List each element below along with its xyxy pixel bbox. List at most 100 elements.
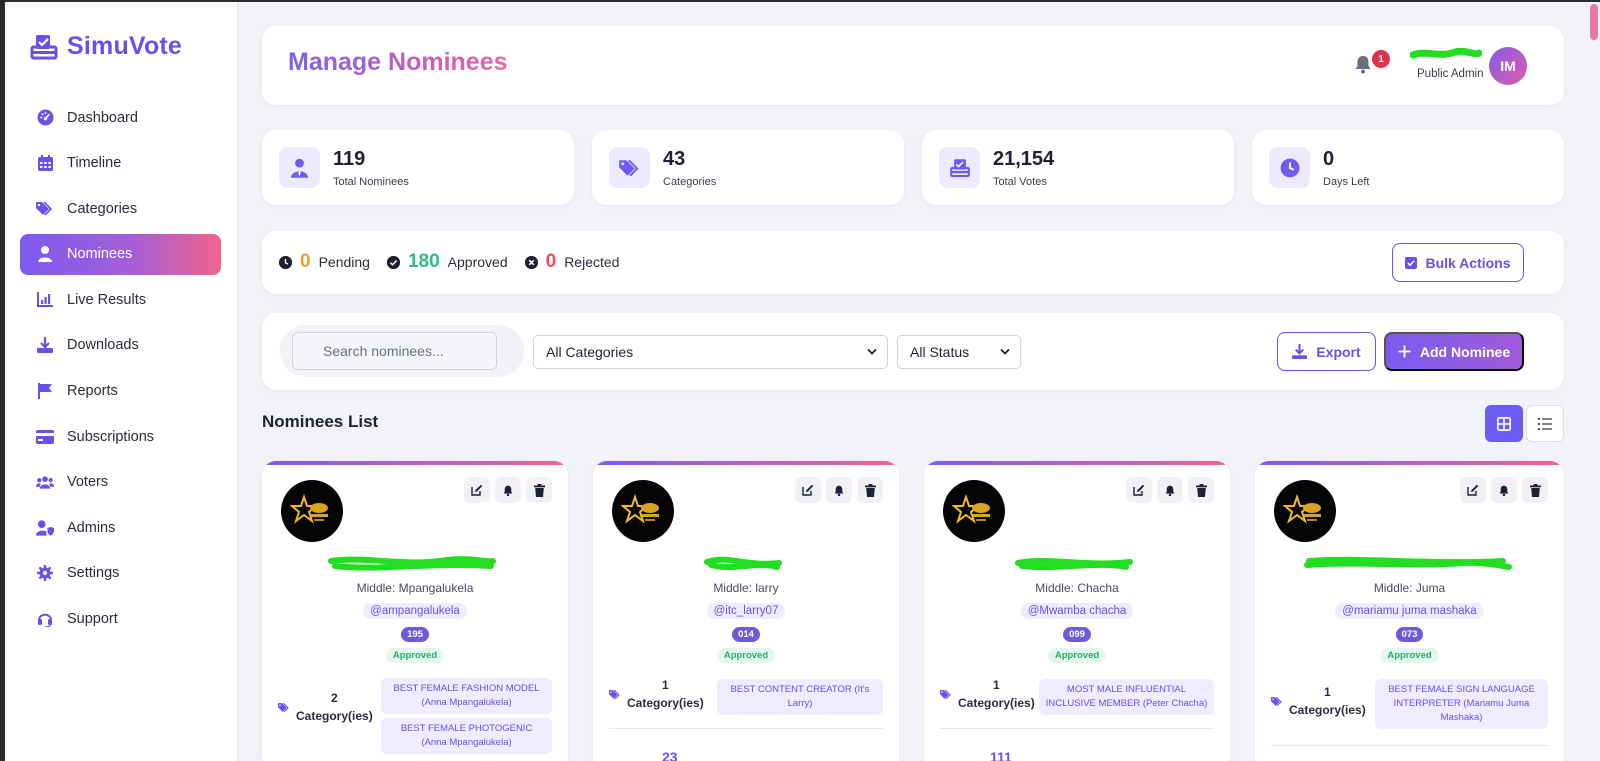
- nominee-card[interactable]: Middle: Mpangalukela @ampangalukela 195 …: [262, 461, 568, 761]
- brand-name: SimuVote: [67, 32, 183, 60]
- flag-icon: [36, 382, 54, 400]
- nominee-photo: [612, 480, 674, 542]
- sidebar-item-label: Subscriptions: [67, 428, 155, 445]
- card-actions: [1126, 477, 1214, 503]
- edit-button[interactable]: [795, 477, 821, 503]
- delete-button[interactable]: [526, 477, 552, 503]
- card-divider: [1271, 745, 1548, 746]
- sidebar-item-support[interactable]: Support: [20, 599, 221, 640]
- status-badge: Approved: [1380, 648, 1439, 663]
- notify-button[interactable]: [495, 477, 521, 503]
- bulk-actions-button[interactable]: Bulk Actions: [1392, 243, 1524, 282]
- status-filter-select[interactable]: All Status: [897, 335, 1021, 369]
- category-tags: BEST FEMALE FASHION MODEL (Anna Mpangalu…: [381, 678, 552, 754]
- delete-button[interactable]: [1188, 477, 1214, 503]
- stat-card-total-votes: 21,154 Total Votes: [922, 130, 1234, 205]
- edit-button[interactable]: [1460, 477, 1486, 503]
- nominee-card[interactable]: Middle: larry @itc_larry07 014 Approved …: [593, 461, 899, 761]
- nominee-handle: @itc_larry07: [706, 603, 786, 619]
- brand-logo[interactable]: SimuVote: [29, 32, 182, 61]
- redacted-nominee-name: [1015, 558, 1133, 571]
- edit-button[interactable]: [1126, 477, 1152, 503]
- redacted-nominee-name: [704, 556, 782, 570]
- scrollbar-thumb[interactable]: [1590, 4, 1598, 40]
- bell-icon: [503, 485, 513, 496]
- delete-button[interactable]: [857, 477, 883, 503]
- avatar[interactable]: IM: [1489, 47, 1527, 85]
- sidebar-item-subscriptions[interactable]: Subscriptions: [20, 416, 221, 457]
- gauge-icon: [36, 109, 54, 127]
- sidebar-item-label: Categories: [67, 200, 138, 217]
- category-count-block: 1 Category(ies): [1271, 683, 1366, 719]
- trash-icon: [1529, 483, 1541, 497]
- stat-value: 43: [663, 148, 686, 170]
- sidebar-item-settings[interactable]: Settings: [20, 553, 221, 594]
- category-filter-value: All Categories: [546, 344, 634, 360]
- rejected-count: 0: [545, 251, 557, 272]
- card-actions: [464, 477, 552, 503]
- grid-view-toggle[interactable]: [1485, 405, 1523, 442]
- sidebar-item-live-results[interactable]: Live Results: [20, 279, 221, 320]
- sidebar-item-categories[interactable]: Categories: [20, 188, 221, 229]
- edit-icon: [1133, 484, 1145, 496]
- category-count: 1 Category(ies): [958, 678, 1035, 710]
- sidebar-item-downloads[interactable]: Downloads: [20, 325, 221, 366]
- sidebar-item-admins[interactable]: Admins: [20, 507, 221, 548]
- nominee-code: 073: [1395, 627, 1424, 642]
- search-wrapper: [280, 325, 524, 377]
- check-circle-icon: [386, 255, 400, 269]
- user-icon: [279, 147, 320, 188]
- sidebar-item-dashboard[interactable]: Dashboard: [20, 97, 221, 138]
- nominee-card[interactable]: Middle: Chacha @Mwamba chacha 099 Approv…: [924, 461, 1230, 761]
- nominee-card[interactable]: Middle: Juma @mariamu juma mashaka 073 A…: [1255, 461, 1564, 761]
- bell-icon[interactable]: [1352, 53, 1374, 75]
- user-icon: [36, 245, 54, 263]
- stat-card-categories: 43 Categories: [592, 130, 904, 205]
- nominees-grid: Middle: Mpangalukela @ampangalukela 195 …: [262, 461, 1564, 761]
- export-label: Export: [1316, 343, 1361, 360]
- list-view-toggle[interactable]: [1526, 405, 1564, 442]
- stat-label: Days Left: [1323, 176, 1370, 188]
- sidebar-item-nominees[interactable]: Nominees: [20, 233, 221, 275]
- notify-button[interactable]: [826, 477, 852, 503]
- add-nominee-label: Add Nominee: [1419, 343, 1511, 360]
- category-tags: BEST FEMALE SIGN LANGUAGE INTERPRETER (M…: [1375, 679, 1548, 729]
- sidebar-item-timeline[interactable]: Timeline: [20, 143, 221, 184]
- calendar-icon: [36, 154, 54, 172]
- vote-box-icon: [939, 147, 980, 188]
- award-star-logo: [621, 493, 659, 524]
- card-actions: [795, 477, 883, 503]
- sidebar-item-voters[interactable]: Voters: [20, 462, 221, 503]
- card-accent-bar: [924, 461, 1230, 465]
- list-icon: [1538, 417, 1552, 430]
- category-count-block: 1 Category(ies): [609, 676, 704, 712]
- category-tag: BEST FEMALE SIGN LANGUAGE INTERPRETER (M…: [1375, 679, 1548, 729]
- status-pending[interactable]: 0 Pending: [279, 251, 370, 273]
- notify-button[interactable]: [1491, 477, 1517, 503]
- delete-button[interactable]: [1522, 477, 1548, 503]
- status-rejected[interactable]: 0 Rejected: [524, 251, 619, 273]
- status-badge: Approved: [716, 648, 776, 663]
- nominee-photo: [1274, 480, 1336, 542]
- sidebar-item-reports[interactable]: Reports: [20, 371, 221, 412]
- status-approved[interactable]: 180 Approved: [386, 251, 508, 273]
- search-input[interactable]: [292, 332, 497, 370]
- category-tag: BEST CONTENT CREATOR (It's Larry): [717, 679, 883, 715]
- bell-icon: [1499, 485, 1509, 496]
- card-divider: [940, 728, 1214, 729]
- page-title: Manage Nominees: [288, 48, 508, 76]
- stat-card-days-left: 0 Days Left: [1252, 130, 1564, 205]
- add-nominee-button[interactable]: Add Nominee: [1384, 332, 1524, 371]
- export-button[interactable]: Export: [1277, 332, 1376, 371]
- nominee-middle-name: Middle: Mpangalukela: [356, 581, 474, 595]
- edit-button[interactable]: [464, 477, 490, 503]
- tags-icon: [609, 689, 620, 699]
- category-filter-select[interactable]: All Categories: [533, 335, 888, 369]
- status-badge: Approved: [1047, 648, 1107, 663]
- window-frame-top: [0, 0, 1600, 2]
- notify-button[interactable]: [1157, 477, 1183, 503]
- status-counts: 0 Pending 180 Approved 0 Rejected: [279, 251, 636, 273]
- redacted-user-name: [1410, 48, 1482, 59]
- nominee-photo: [943, 480, 1005, 542]
- card-divider: [609, 728, 883, 729]
